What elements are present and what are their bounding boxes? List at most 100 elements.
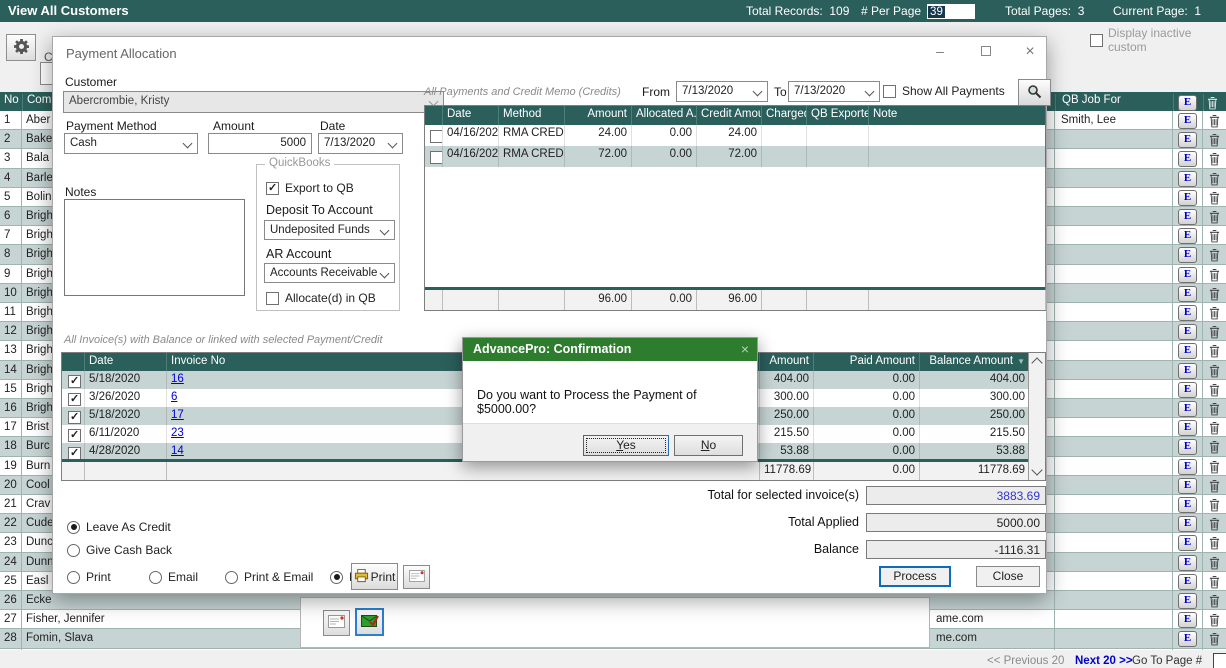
delete-button[interactable] <box>1203 418 1226 436</box>
delete-button[interactable] <box>1203 553 1226 571</box>
payments-col-header[interactable]: QB Exported <box>807 106 869 125</box>
delete-button[interactable] <box>1203 476 1226 494</box>
previous-page-link[interactable]: << Previous 20 <box>987 655 1064 667</box>
row-checkbox[interactable] <box>430 151 443 164</box>
edit-button[interactable]: E <box>1178 593 1197 609</box>
close-icon[interactable]: × <box>1019 43 1041 61</box>
row-checkbox[interactable] <box>430 130 443 143</box>
edit-button[interactable]: E <box>1178 631 1197 647</box>
delete-button[interactable] <box>1203 111 1226 129</box>
invoice-link[interactable]: 6 <box>171 391 177 403</box>
edit-button[interactable]: E <box>1178 305 1197 321</box>
payments-col-header[interactable]: Method <box>499 106 565 125</box>
per-page-input[interactable]: 39 <box>927 4 975 19</box>
email-button[interactable] <box>323 610 350 636</box>
invoice-col-header[interactable]: Paid Amount <box>814 353 920 371</box>
next-page-link[interactable]: Next 20 >> <box>1075 655 1133 667</box>
deposit-account-select[interactable]: Undeposited Funds <box>264 220 395 240</box>
give-cash-back-radio[interactable]: Give Cash Back <box>67 543 172 557</box>
yes-button[interactable]: Yes <box>583 435 669 456</box>
edit-button[interactable]: E <box>1178 209 1197 225</box>
goto-page-input[interactable] <box>1213 653 1226 668</box>
row-checkbox[interactable] <box>68 411 81 424</box>
edit-button[interactable]: E <box>1178 343 1197 359</box>
customer-select[interactable]: Abercrombie, Kristy <box>63 91 444 113</box>
edit-button[interactable]: E <box>1178 459 1197 475</box>
notes-textarea[interactable] <box>64 199 245 296</box>
row-checkbox[interactable] <box>68 375 81 388</box>
edit-button[interactable]: E <box>1178 382 1197 398</box>
delete-button[interactable] <box>1203 457 1226 475</box>
delete-button[interactable] <box>1203 149 1226 167</box>
edit-button[interactable]: E <box>1178 286 1197 302</box>
delete-button[interactable] <box>1203 495 1226 513</box>
allocated-in-qb-checkbox[interactable]: Allocate(d) in QB <box>266 291 376 305</box>
delete-button[interactable] <box>1203 226 1226 244</box>
payments-col-header[interactable]: Credit Amount <box>697 106 762 125</box>
edit-button[interactable]: E <box>1178 247 1197 263</box>
invoice-link[interactable]: 16 <box>171 373 184 385</box>
edit-button[interactable]: E <box>1178 363 1197 379</box>
delete-button[interactable] <box>1203 437 1226 455</box>
print-button[interactable]: Print <box>351 563 398 590</box>
delete-button[interactable] <box>1203 303 1226 321</box>
row-checkbox[interactable] <box>68 429 81 442</box>
payment-method-select[interactable]: Cash <box>64 133 198 154</box>
leave-as-credit-radio[interactable]: Leave As Credit <box>67 520 171 534</box>
delete-button[interactable] <box>1203 629 1226 647</box>
search-payments-button[interactable] <box>1018 79 1051 106</box>
payments-col-header[interactable]: Date <box>443 106 499 125</box>
email-receipt-button[interactable] <box>403 565 430 589</box>
export-to-qb-checkbox[interactable]: Export to QB <box>266 181 354 195</box>
email-radio[interactable]: Email <box>149 570 198 584</box>
print-radio[interactable]: Print <box>67 570 111 584</box>
delete-button[interactable] <box>1203 380 1226 398</box>
process-button[interactable]: Process <box>879 566 951 587</box>
display-inactive-checkbox[interactable]: Display inactive custom <box>1090 26 1226 54</box>
invoice-col-header[interactable]: Amount <box>760 353 814 371</box>
edit-button[interactable]: E <box>1178 190 1197 206</box>
show-all-payments-checkbox[interactable]: Show All Payments <box>883 84 1005 98</box>
from-date-select[interactable]: 7/13/2020 <box>676 81 768 102</box>
delete-button[interactable] <box>1203 265 1226 283</box>
to-date-select[interactable]: 7/13/2020 <box>788 81 880 102</box>
delete-button[interactable] <box>1203 188 1226 206</box>
delete-button[interactable] <box>1203 169 1226 187</box>
delete-button[interactable] <box>1203 610 1226 628</box>
payments-col-header[interactable] <box>425 106 443 125</box>
delete-button[interactable] <box>1203 322 1226 340</box>
edit-button[interactable]: E <box>1178 401 1197 417</box>
delete-button[interactable] <box>1203 399 1226 417</box>
invoice-link[interactable]: 23 <box>171 427 184 439</box>
edit-button[interactable]: E <box>1178 497 1197 513</box>
settings-button[interactable] <box>6 34 36 61</box>
edit-button[interactable]: E <box>1178 516 1197 532</box>
edit-button[interactable]: E <box>1178 478 1197 494</box>
amount-input[interactable]: 5000 <box>208 133 312 154</box>
delete-button[interactable] <box>1203 514 1226 532</box>
delete-button[interactable] <box>1203 361 1226 379</box>
row-checkbox[interactable] <box>68 393 81 406</box>
invoice-link[interactable]: 14 <box>171 445 184 457</box>
invoice-col-header[interactable] <box>62 353 85 371</box>
maximize-icon[interactable] <box>975 43 997 61</box>
edit-button[interactable]: E <box>1178 574 1197 590</box>
ar-account-select[interactable]: Accounts Receivable <box>264 263 395 283</box>
edit-button[interactable]: E <box>1178 151 1197 167</box>
payments-col-header[interactable]: Note <box>869 106 1046 125</box>
edit-button[interactable]: E <box>1178 535 1197 551</box>
delete-button[interactable] <box>1203 533 1226 551</box>
edit-button[interactable]: E <box>1178 228 1197 244</box>
close-button[interactable]: Close <box>976 566 1040 587</box>
payments-col-header[interactable]: Amount <box>565 106 632 125</box>
scroll-down-icon[interactable] <box>1031 464 1042 475</box>
payments-col-header[interactable]: Charged <box>762 106 807 125</box>
delete-button[interactable] <box>1203 572 1226 590</box>
edit-button[interactable]: E <box>1178 612 1197 628</box>
edit-button[interactable]: E <box>1178 113 1197 129</box>
delete-button[interactable] <box>1203 245 1226 263</box>
delete-button[interactable] <box>1203 130 1226 148</box>
invoice-scrollbar[interactable] <box>1028 353 1045 480</box>
invoice-col-header[interactable]: Balance Amount▼ <box>920 353 1030 371</box>
payments-col-header[interactable]: Allocated A.. <box>632 106 697 125</box>
